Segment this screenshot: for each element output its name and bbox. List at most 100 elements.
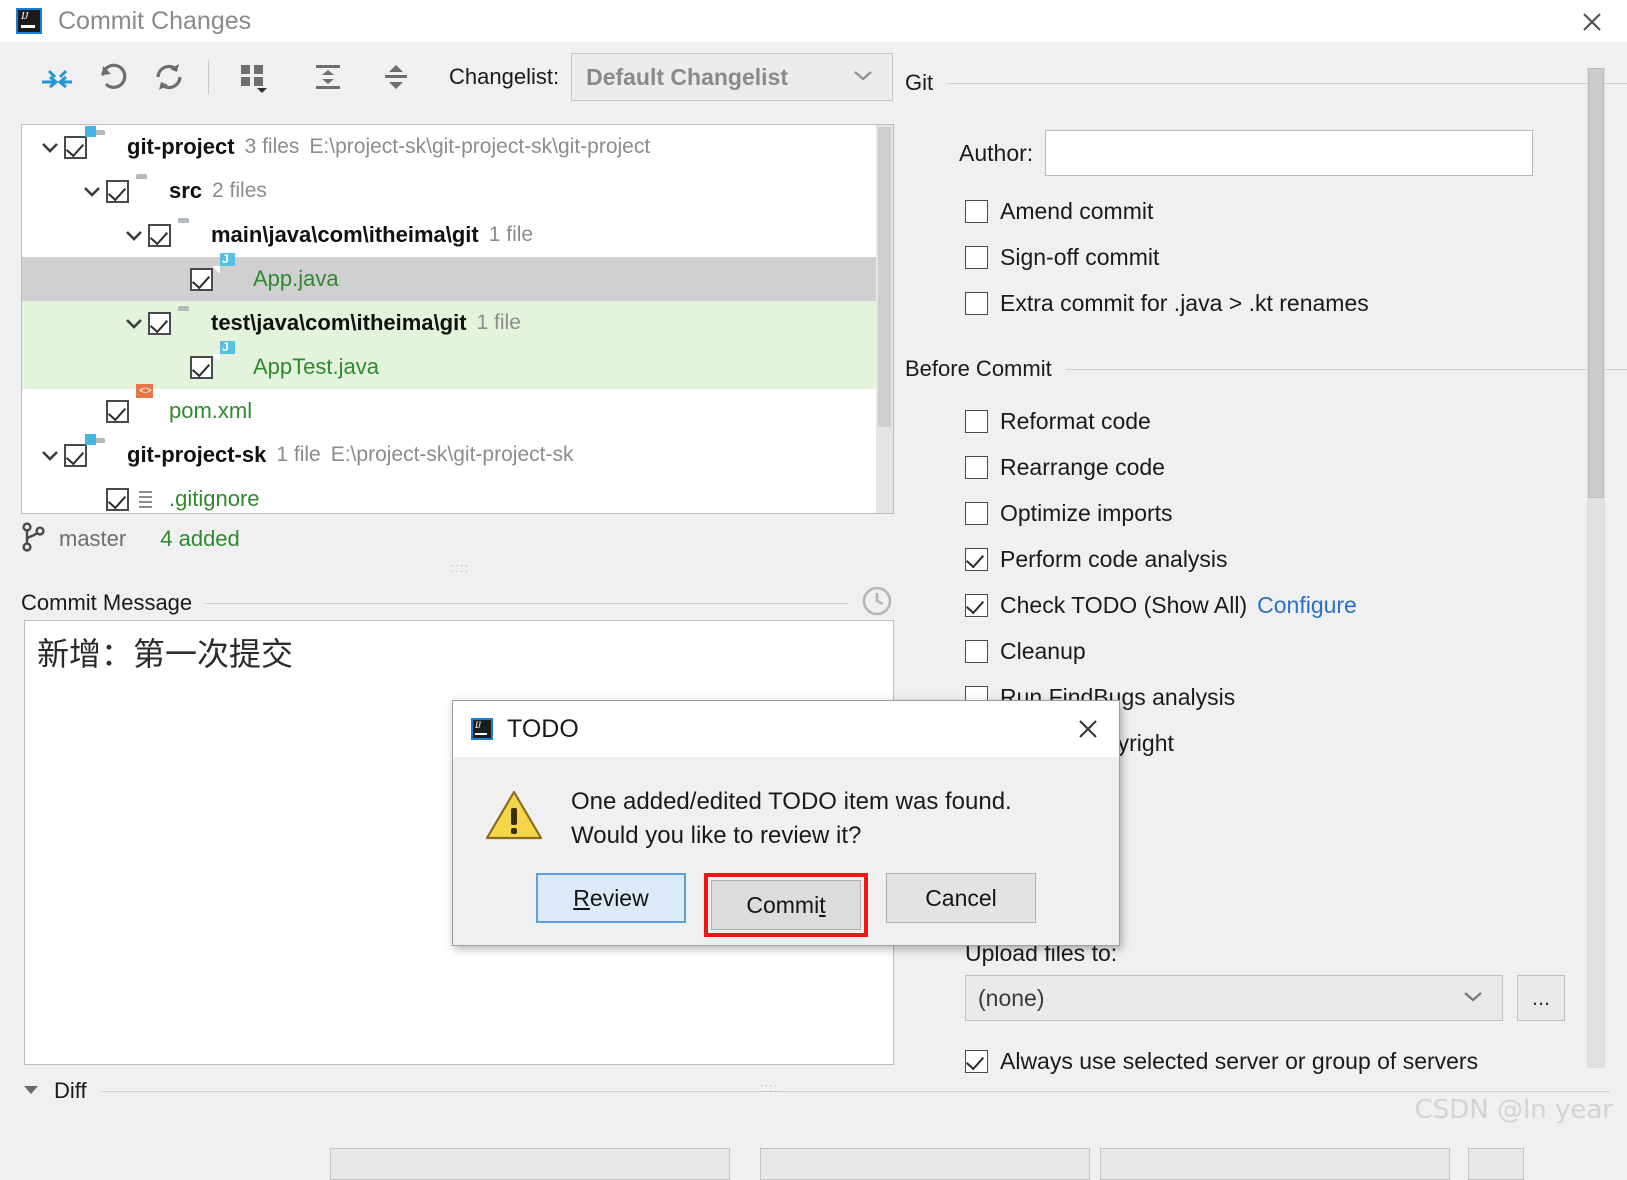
check-todo-label: Check TODO (Show All) bbox=[1000, 592, 1247, 619]
cancel-button[interactable]: Cancel bbox=[886, 873, 1036, 923]
sign-off-commit-checkbox[interactable]: Sign-off commit bbox=[965, 234, 1627, 280]
amend-commit-checkbox[interactable]: Amend commit bbox=[965, 188, 1627, 234]
tree-row-checkbox[interactable] bbox=[64, 444, 87, 467]
tree-row[interactable]: <>pom.xml bbox=[22, 389, 893, 433]
tree-row-name: .gitignore bbox=[169, 486, 260, 512]
commit-button-label: Commi bbox=[746, 892, 819, 919]
reformat-code-label: Reformat code bbox=[1000, 408, 1151, 435]
chevron-down-icon[interactable] bbox=[36, 140, 64, 154]
changelist-dropdown[interactable]: Default Changelist bbox=[571, 53, 893, 101]
check-todo-configure-link[interactable]: Configure bbox=[1257, 592, 1357, 619]
perform-code-analysis-checkbox[interactable]: Perform code analysis bbox=[965, 536, 1627, 582]
tree-row-checkbox[interactable] bbox=[148, 312, 171, 335]
tree-row[interactable]: src2 files bbox=[22, 169, 893, 213]
text-file-icon bbox=[136, 486, 162, 512]
diff-section-header[interactable]: Diff bbox=[20, 1075, 1610, 1107]
rearrange-code-label: Rearrange code bbox=[1000, 454, 1165, 481]
tree-row[interactable]: main\java\com\itheima\git1 file bbox=[22, 213, 893, 257]
options-scrollbar[interactable] bbox=[1587, 68, 1605, 1068]
sign-off-commit-checkbox-box[interactable] bbox=[965, 246, 988, 269]
cleanup-checkbox[interactable]: Cleanup bbox=[965, 628, 1627, 674]
diff-toolbar-button-1[interactable] bbox=[330, 1148, 730, 1180]
folder-icon bbox=[178, 222, 204, 248]
folder-icon bbox=[178, 310, 204, 336]
git-branch-icon bbox=[21, 522, 47, 557]
close-icon[interactable] bbox=[1071, 713, 1105, 745]
tree-row-checkbox[interactable] bbox=[148, 224, 171, 247]
git-section-title: Git bbox=[905, 70, 933, 96]
tree-scrollbar[interactable] bbox=[876, 125, 893, 513]
check-todo-checkbox-box[interactable] bbox=[965, 594, 988, 617]
tree-row[interactable]: .gitignore bbox=[22, 477, 893, 514]
todo-dialog-body: One added/edited TODO item was found. Wo… bbox=[453, 757, 1119, 853]
always-use-server-checkbox-box[interactable] bbox=[965, 1050, 988, 1073]
diff-toolbar-button-4[interactable] bbox=[1468, 1148, 1524, 1180]
csdn-watermark: CSDN @ln year bbox=[1415, 1095, 1613, 1125]
perform-code-analysis-checkbox-box[interactable] bbox=[965, 548, 988, 571]
tree-row-path: E:\project-sk\git-project-sk\git-project bbox=[309, 135, 650, 159]
review-button[interactable]: Review bbox=[536, 873, 686, 923]
options-scrollbar-thumb[interactable] bbox=[1588, 68, 1604, 498]
optimize-imports-checkbox-box[interactable] bbox=[965, 502, 988, 525]
before-commit-rule bbox=[1066, 369, 1627, 370]
author-label: Author: bbox=[959, 140, 1033, 167]
amend-commit-checkbox-box[interactable] bbox=[965, 200, 988, 223]
changelist-label: Changelist: bbox=[449, 64, 559, 90]
tree-row-checkbox[interactable] bbox=[190, 356, 213, 379]
cleanup-checkbox-box[interactable] bbox=[965, 640, 988, 663]
java-file-icon: J bbox=[220, 354, 246, 380]
tree-row-name: src bbox=[169, 178, 202, 204]
tree-row-checkbox[interactable] bbox=[106, 488, 129, 511]
optimize-imports-checkbox[interactable]: Optimize imports bbox=[965, 490, 1627, 536]
chevron-down-icon[interactable] bbox=[36, 448, 64, 462]
horizontal-splitter[interactable]: :::: bbox=[430, 560, 490, 576]
tree-row-checkbox[interactable] bbox=[106, 400, 129, 423]
chevron-down-icon[interactable] bbox=[120, 316, 148, 330]
tree-row-checkbox[interactable] bbox=[64, 136, 87, 159]
commit-button[interactable]: Commit bbox=[711, 880, 861, 930]
tree-row[interactable]: JApp.java bbox=[22, 257, 893, 301]
extra-commit-renames-checkbox-box[interactable] bbox=[965, 292, 988, 315]
tree-row[interactable]: test\java\com\itheima\git1 file bbox=[22, 301, 893, 345]
diff-label: Diff bbox=[54, 1078, 87, 1104]
show-diff-icon[interactable] bbox=[34, 54, 80, 100]
tree-row-checkbox[interactable] bbox=[190, 268, 213, 291]
chevron-down-icon[interactable] bbox=[120, 228, 148, 242]
tree-row-name: test\java\com\itheima\git bbox=[211, 310, 467, 336]
before-commit-title: Before Commit bbox=[905, 356, 1052, 382]
tree-row[interactable]: git-project-sk1 fileE:\project-sk\git-pr… bbox=[22, 433, 893, 477]
reformat-code-checkbox-box[interactable] bbox=[965, 410, 988, 433]
collapse-all-icon[interactable] bbox=[373, 54, 419, 100]
xml-file-icon: <> bbox=[136, 398, 162, 424]
diff-splitter[interactable]: :::: bbox=[760, 1080, 778, 1095]
rearrange-code-checkbox[interactable]: Rearrange code bbox=[965, 444, 1627, 490]
upload-server-dropdown[interactable]: (none) bbox=[965, 975, 1503, 1021]
refresh-icon[interactable] bbox=[146, 54, 192, 100]
expand-all-icon[interactable] bbox=[305, 54, 351, 100]
revert-icon[interactable] bbox=[90, 54, 136, 100]
author-field[interactable] bbox=[1045, 130, 1533, 176]
tree-row-checkbox[interactable] bbox=[106, 180, 129, 203]
review-button-label: eview bbox=[590, 885, 649, 912]
triangle-down-icon[interactable] bbox=[20, 1081, 42, 1102]
extra-commit-renames-checkbox[interactable]: Extra commit for .java > .kt renames bbox=[965, 280, 1627, 326]
tree-scrollbar-thumb[interactable] bbox=[878, 127, 891, 427]
tree-row[interactable]: git-project3 filesE:\project-sk\git-proj… bbox=[22, 125, 893, 169]
diff-toolbar-button-3[interactable] bbox=[1100, 1148, 1450, 1180]
rearrange-code-checkbox-box[interactable] bbox=[965, 456, 988, 479]
browse-server-button[interactable]: ... bbox=[1517, 975, 1565, 1021]
extra-commit-renames-label: Extra commit for .java > .kt renames bbox=[1000, 290, 1369, 317]
clock-history-icon[interactable] bbox=[860, 584, 894, 623]
chevron-down-icon[interactable] bbox=[78, 184, 106, 198]
branch-status-bar: master 4 added bbox=[21, 518, 894, 560]
changes-tree[interactable]: git-project3 filesE:\project-sk\git-proj… bbox=[21, 124, 894, 514]
tree-row[interactable]: JAppTest.java bbox=[22, 345, 893, 389]
check-todo-checkbox[interactable]: Check TODO (Show All) Configure bbox=[965, 582, 1627, 628]
changelist-value: Default Changelist bbox=[572, 64, 850, 91]
group-by-icon[interactable] bbox=[231, 54, 277, 100]
reformat-code-checkbox[interactable]: Reformat code bbox=[965, 398, 1627, 444]
close-icon[interactable] bbox=[1575, 6, 1609, 36]
intellij-idea-icon bbox=[16, 8, 42, 34]
diff-toolbar-button-2[interactable] bbox=[760, 1148, 1090, 1180]
tree-row-filecount: 1 file bbox=[489, 223, 533, 247]
